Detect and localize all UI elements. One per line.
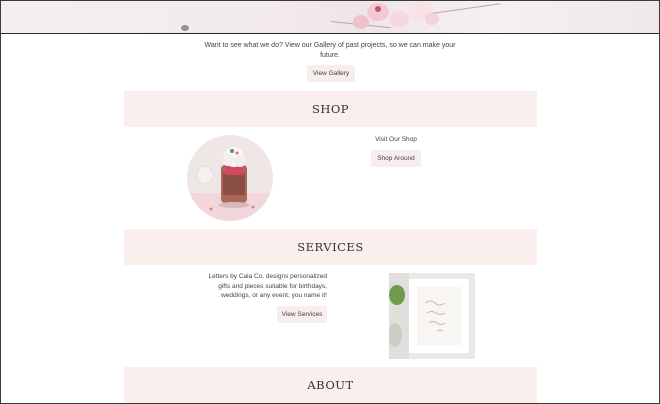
page-frame: Want to see what we do? View our Gallery… xyxy=(0,0,660,404)
shop-section-header: SHOP xyxy=(124,91,537,127)
about-section-header: ABOUT xyxy=(124,367,537,403)
view-gallery-button[interactable]: View Gallery xyxy=(307,65,355,82)
shop-product-image xyxy=(187,135,273,221)
hero-banner-image xyxy=(1,1,659,34)
services-description: Letters by Cala Co. designs personalized… xyxy=(208,273,327,299)
services-title: SERVICES xyxy=(297,240,364,254)
gallery-intro-text: Want to see what we do? View our Gallery… xyxy=(204,42,456,59)
about-title: ABOUT xyxy=(307,378,354,392)
shop-title: SHOP xyxy=(311,102,350,116)
shop-around-button[interactable]: Shop Around xyxy=(371,150,421,167)
view-services-button[interactable]: View Services xyxy=(277,306,327,323)
services-image xyxy=(389,273,475,359)
services-section-header: SERVICES xyxy=(124,229,537,265)
shop-caption: Visit Our Shop xyxy=(375,136,417,143)
